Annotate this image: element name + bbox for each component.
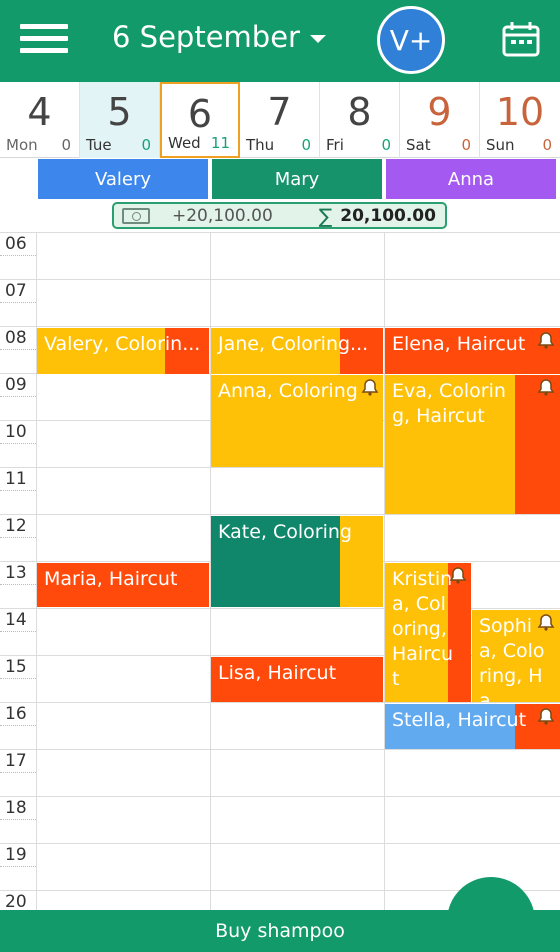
date-title-text: 6 September	[112, 20, 300, 54]
day-count: 0	[542, 136, 552, 154]
day-count: 0	[141, 136, 151, 154]
bell-icon	[449, 567, 467, 584]
appointment-valery-coloring[interactable]: Valery, Colorin...	[37, 328, 209, 374]
appointment-label: Anna, Coloring	[218, 380, 358, 402]
hour-label: 11	[5, 469, 27, 489]
bell-icon	[537, 708, 555, 725]
day-number: 9	[427, 90, 452, 134]
hour-label: 20	[5, 892, 27, 910]
day-thu[interactable]: 7 Thu 0	[240, 82, 320, 158]
appointment-eva-coloring-haircut[interactable]: Eva, Coloring, Haircut	[385, 375, 560, 514]
day-weekday: Thu	[246, 136, 275, 154]
appointment-kristina-coloring-haircut[interactable]: Kristina, Coloring, Haircut	[385, 563, 471, 702]
appointment-label: Valery, Colorin...	[44, 333, 201, 355]
day-count: 0	[381, 136, 391, 154]
bell-icon	[537, 332, 555, 349]
chevron-down-icon	[309, 35, 326, 43]
sum-icon: ∑	[318, 203, 333, 228]
appointment-label: Jane, Coloring...	[218, 333, 369, 355]
hour-label: 08	[5, 328, 27, 348]
day-mon[interactable]: 4 Mon 0	[0, 82, 80, 158]
appointment-kate-coloring[interactable]: Kate, Coloring	[211, 516, 383, 607]
staff-header: Valery Mary Anna +20,100.00 ∑ 20,100.00	[0, 158, 560, 232]
appointment-stella-haircut[interactable]: Stella, Haircut	[385, 704, 560, 749]
cash-icon	[122, 207, 150, 224]
appointment-elena-haircut[interactable]: Elena, Haircut	[385, 328, 560, 374]
appointment-label: Kristina, Coloring, Haircut	[392, 568, 454, 690]
day-number: 6	[187, 92, 213, 136]
schedule-grid[interactable]: 06 07 08 09 10 11 12 13 14 15 16 17 18 1…	[0, 232, 560, 910]
appointment-label: Maria, Haircut	[44, 568, 178, 590]
day-number: 7	[267, 90, 292, 134]
appointment-label: Stella, Haircut	[392, 709, 527, 731]
add-staff-button[interactable]: V+	[377, 6, 445, 74]
week-day-strip: 4 Mon 0 5 Tue 0 6 Wed 11 7 Thu 0 8 Fri 0…	[0, 82, 560, 158]
day-number: 10	[495, 90, 545, 134]
hour-label: 15	[5, 657, 27, 677]
menu-icon[interactable]	[20, 24, 68, 56]
day-weekday: Sun	[486, 136, 515, 154]
appointment-label: Lisa, Haircut	[218, 662, 337, 684]
bell-icon	[537, 379, 555, 396]
day-summary[interactable]: +20,100.00 ∑ 20,100.00	[112, 202, 447, 229]
hour-label: 19	[5, 845, 27, 865]
hour-label: 10	[5, 422, 27, 442]
day-count: 0	[301, 136, 311, 154]
appointment-anna-coloring[interactable]: Anna, Coloring	[211, 375, 383, 467]
hour-label: 18	[5, 798, 27, 818]
staff-mary[interactable]: Mary	[212, 159, 382, 199]
hour-label: 07	[5, 281, 27, 301]
staff-anna[interactable]: Anna	[386, 159, 556, 199]
hour-label: 12	[5, 516, 27, 536]
day-number: 8	[347, 90, 372, 134]
appointment-label: Elena, Haircut	[392, 333, 526, 355]
calendar-icon[interactable]	[502, 21, 540, 57]
day-sun[interactable]: 10 Sun 0	[480, 82, 560, 158]
hour-label: 16	[5, 704, 27, 724]
appointment-label: Eva, Coloring, Haircut	[392, 380, 506, 427]
day-number: 4	[27, 90, 52, 134]
hour-label: 09	[5, 375, 27, 395]
hour-label: 14	[5, 610, 27, 630]
bell-icon	[537, 614, 555, 631]
day-tue[interactable]: 5 Tue 0	[80, 82, 160, 158]
todo-label: Buy shampoo	[215, 920, 345, 942]
day-fri[interactable]: 8 Fri 0	[320, 82, 400, 158]
day-count: 0	[461, 136, 471, 154]
app-toolbar: 6 September V+	[0, 0, 560, 82]
bell-icon	[361, 379, 379, 396]
total-value: 20,100.00	[340, 205, 436, 226]
day-count: 0	[61, 136, 71, 154]
hour-label: 06	[5, 234, 27, 254]
appointment-sophia-coloring[interactable]: Sophia, Coloring, Ha...	[472, 610, 560, 702]
day-weekday: Sat	[406, 136, 431, 154]
appointment-label: Kate, Coloring	[218, 521, 352, 543]
hour-label: 13	[5, 563, 27, 583]
day-weekday: Wed	[168, 134, 201, 152]
day-weekday: Mon	[6, 136, 38, 154]
staff-valery[interactable]: Valery	[38, 159, 208, 199]
appointment-lisa-haircut[interactable]: Lisa, Haircut	[211, 657, 383, 702]
day-weekday: Fri	[326, 136, 344, 154]
day-weekday: Tue	[86, 136, 112, 154]
appointment-jane-coloring[interactable]: Jane, Coloring...	[211, 328, 383, 374]
day-wed-selected[interactable]: 6 Wed 11	[160, 82, 240, 158]
day-count: 11	[210, 134, 230, 152]
income-value: +20,100.00	[172, 205, 273, 226]
date-title[interactable]: 6 September	[112, 20, 326, 54]
day-sat[interactable]: 9 Sat 0	[400, 82, 480, 158]
day-number: 5	[107, 90, 132, 134]
appointment-maria-haircut[interactable]: Maria, Haircut	[37, 563, 209, 607]
hour-label: 17	[5, 751, 27, 771]
